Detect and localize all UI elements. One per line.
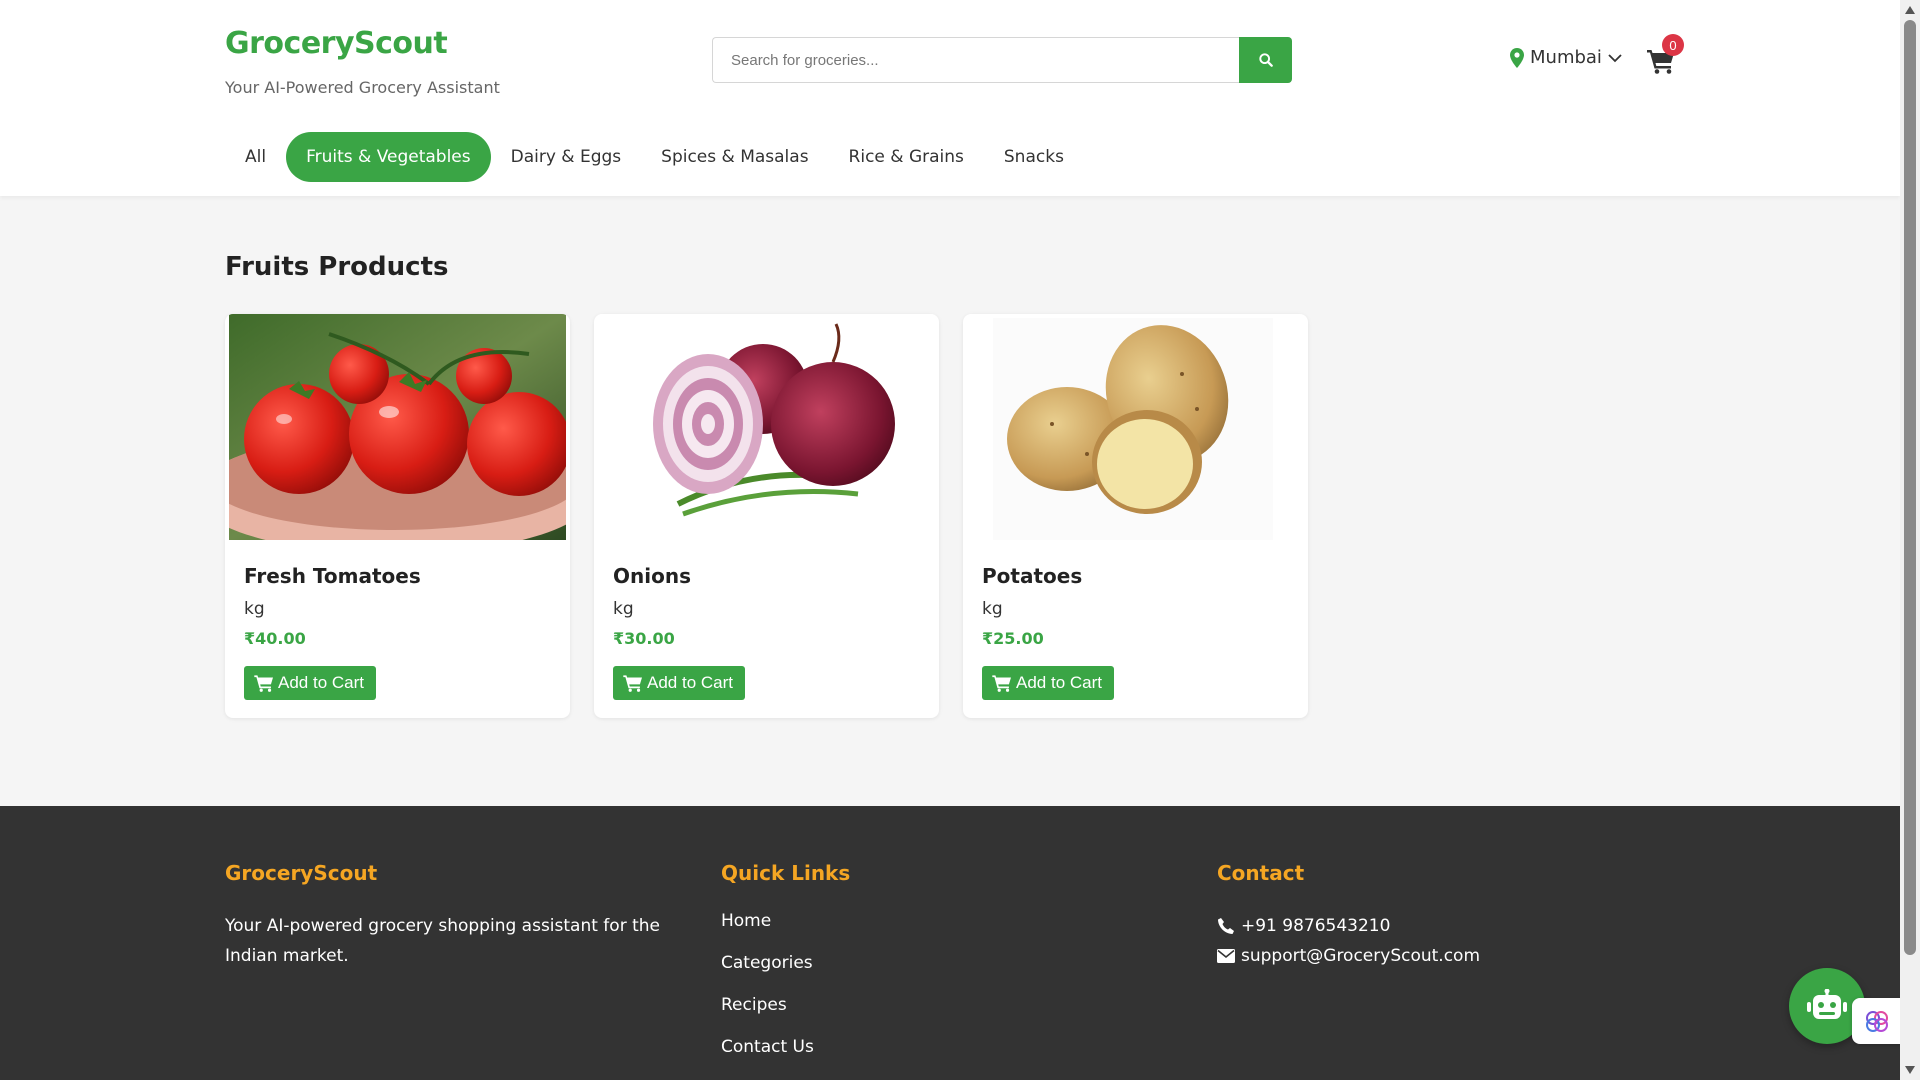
- cart-icon: [623, 675, 642, 692]
- search-button[interactable]: [1239, 37, 1292, 83]
- footer-link-contact-us[interactable]: Contact Us: [721, 1037, 1021, 1057]
- site-header: GroceryScout Your AI-Powered Grocery Ass…: [0, 0, 1900, 196]
- add-to-cart-label: Add to Cart: [278, 673, 364, 692]
- tab-rice-grains[interactable]: Rice & Grains: [829, 132, 984, 182]
- tab-dairy-eggs[interactable]: Dairy & Eggs: [491, 132, 642, 182]
- brand-logo[interactable]: GroceryScout: [225, 26, 448, 61]
- brain-icon: [1866, 1011, 1888, 1032]
- footer-email: support@GroceryScout.com: [1217, 941, 1617, 971]
- add-to-cart-button[interactable]: Add to Cart: [613, 666, 745, 700]
- page-scrollbar[interactable]: [1900, 0, 1920, 1080]
- cart-button[interactable]: 0: [1647, 34, 1684, 76]
- product-grid: Fresh Tomatoes kg ₹40.00 Add to Cart Oni…: [225, 314, 1308, 718]
- footer-link-home[interactable]: Home: [721, 911, 1021, 931]
- product-unit: kg: [613, 599, 634, 619]
- robot-icon: [1807, 989, 1847, 1019]
- tab-fruits-vegetables[interactable]: Fruits & Vegetables: [286, 132, 491, 182]
- scroll-thumb[interactable]: [1904, 20, 1916, 955]
- product-image-onions[interactable]: [598, 314, 935, 540]
- site-footer: GroceryScout Your AI-powered grocery sho…: [0, 806, 1900, 1080]
- add-to-cart-button[interactable]: Add to Cart: [982, 666, 1114, 700]
- section-title: Fruits Products: [225, 252, 449, 282]
- scroll-down-arrow[interactable]: [1904, 1064, 1916, 1076]
- tab-spices-masalas[interactable]: Spices & Masalas: [641, 132, 828, 182]
- cart-count-badge: 0: [1662, 34, 1684, 56]
- footer-contact-heading: Contact: [1217, 861, 1305, 885]
- scroll-up-arrow[interactable]: [1904, 4, 1916, 16]
- envelope-icon: [1217, 949, 1235, 963]
- cart-icon: [254, 675, 273, 692]
- footer-contact: Contact +91 9876543210 support@GrocerySc…: [1217, 861, 1617, 971]
- search-input[interactable]: [712, 37, 1239, 83]
- product-card: Fresh Tomatoes kg ₹40.00 Add to Cart: [225, 314, 570, 718]
- footer-brand-heading: GroceryScout: [225, 861, 378, 885]
- tab-snacks[interactable]: Snacks: [984, 132, 1084, 182]
- footer-phone: +91 9876543210: [1217, 911, 1617, 941]
- location-label: Mumbai: [1530, 47, 1602, 68]
- product-image-tomatoes[interactable]: [229, 314, 566, 540]
- footer-link-categories[interactable]: Categories: [721, 953, 1021, 973]
- cart-icon: [992, 675, 1011, 692]
- footer-quick-links-heading: Quick Links: [721, 861, 851, 885]
- add-to-cart-label: Add to Cart: [1016, 673, 1102, 692]
- product-price: ₹30.00: [613, 629, 675, 648]
- product-name: Onions: [613, 564, 691, 588]
- footer-link-recipes[interactable]: Recipes: [721, 995, 1021, 1015]
- search-icon: [1258, 53, 1273, 67]
- product-price: ₹25.00: [982, 629, 1044, 648]
- brand-tagline: Your AI-Powered Grocery Assistant: [225, 78, 500, 97]
- location-pin-icon: [1510, 47, 1524, 68]
- product-unit: kg: [244, 599, 265, 619]
- footer-brand-text: Your AI-powered grocery shopping assista…: [225, 916, 660, 966]
- footer-phone-text: +91 9876543210: [1241, 916, 1391, 936]
- product-card: Potatoes kg ₹25.00 Add to Cart: [963, 314, 1308, 718]
- footer-email-text[interactable]: support@GroceryScout.com: [1241, 946, 1480, 966]
- ai-assistant-widget[interactable]: [1852, 998, 1902, 1044]
- tab-all[interactable]: All: [225, 132, 286, 182]
- product-card: Onions kg ₹30.00 Add to Cart: [594, 314, 939, 718]
- product-name: Fresh Tomatoes: [244, 564, 421, 588]
- product-name: Potatoes: [982, 564, 1083, 588]
- product-unit: kg: [982, 599, 1003, 619]
- phone-icon: [1218, 918, 1234, 934]
- search-bar: [712, 37, 1292, 83]
- footer-about: GroceryScout Your AI-powered grocery sho…: [225, 861, 675, 971]
- chevron-down-icon: [1608, 53, 1622, 62]
- add-to-cart-label: Add to Cart: [647, 673, 733, 692]
- product-image-potatoes[interactable]: [967, 314, 1304, 540]
- add-to-cart-button[interactable]: Add to Cart: [244, 666, 376, 700]
- footer-quick-links: Quick Links Home Categories Recipes Cont…: [721, 861, 1021, 1079]
- category-tabs: All Fruits & Vegetables Dairy & Eggs Spi…: [225, 132, 1084, 182]
- product-price: ₹40.00: [244, 629, 306, 648]
- location-selector[interactable]: Mumbai: [1510, 47, 1622, 68]
